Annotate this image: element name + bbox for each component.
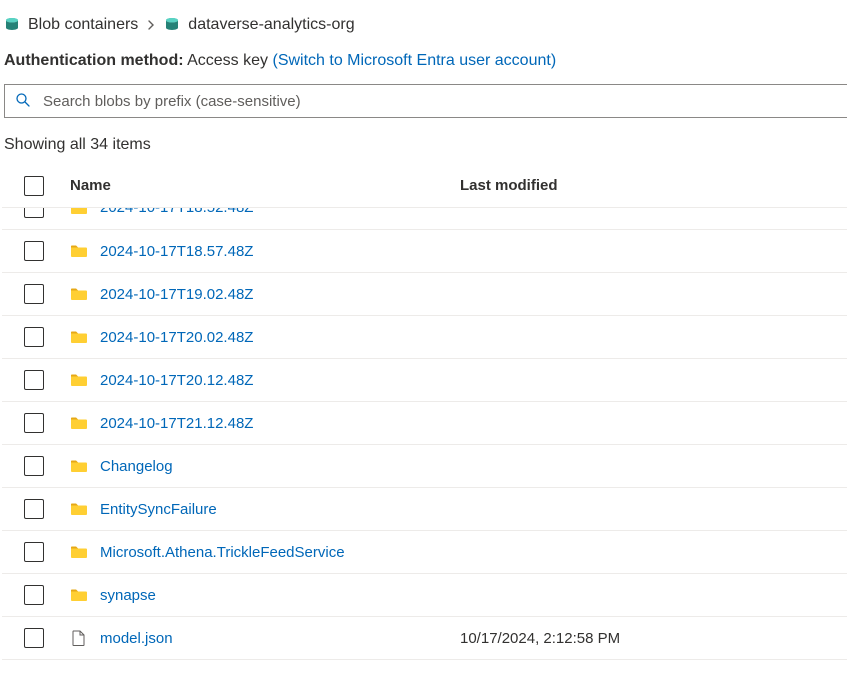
breadcrumb: Blob containers dataverse-analytics-org <box>2 4 847 48</box>
table-row: 2024-10-17T19.02.48Z <box>2 273 847 316</box>
table-row: 2024-10-17T21.12.48Z <box>2 402 847 445</box>
table-row: EntitySyncFailure <box>2 488 847 531</box>
chevron-right-icon <box>146 17 156 33</box>
table-row: synapse <box>2 574 847 617</box>
folder-icon <box>70 544 88 560</box>
row-checkbox[interactable] <box>24 499 44 519</box>
row-checkbox[interactable] <box>24 241 44 261</box>
folder-link[interactable]: synapse <box>100 587 156 604</box>
folder-link[interactable]: 2024-10-17T20.12.48Z <box>100 372 253 389</box>
file-icon <box>70 630 88 646</box>
folder-icon <box>70 372 88 388</box>
breadcrumb-current-label: dataverse-analytics-org <box>188 16 354 34</box>
row-checkbox[interactable] <box>24 208 44 218</box>
container-icon <box>4 17 20 33</box>
table-row: model.json 10/17/2024, 2:12:58 PM <box>2 617 847 660</box>
row-checkbox[interactable] <box>24 456 44 476</box>
result-count: Showing all 34 items <box>2 128 847 158</box>
table-row: 2024-10-17T18.57.48Z <box>2 230 847 273</box>
folder-icon <box>70 243 88 259</box>
folder-link[interactable]: 2024-10-17T20.02.48Z <box>100 329 253 346</box>
auth-method-value: Access key <box>187 52 268 69</box>
folder-link[interactable]: 2024-10-17T21.12.48Z <box>100 415 253 432</box>
blob-table: Name Last modified 2024-10-17T18.52.48Z 2… <box>2 164 847 660</box>
container-icon <box>164 17 180 33</box>
auth-method-label: Authentication method: <box>4 52 184 69</box>
table-row: Changelog <box>2 445 847 488</box>
folder-icon <box>70 329 88 345</box>
folder-link[interactable]: Changelog <box>100 458 173 475</box>
table-header: Name Last modified <box>2 164 847 208</box>
row-checkbox[interactable] <box>24 585 44 605</box>
breadcrumb-parent-label: Blob containers <box>28 16 138 34</box>
row-checkbox[interactable] <box>24 413 44 433</box>
file-link[interactable]: model.json <box>100 630 173 647</box>
row-checkbox[interactable] <box>24 628 44 648</box>
search-input[interactable] <box>41 92 837 111</box>
folder-link[interactable]: Microsoft.Athena.TrickleFeedService <box>100 544 345 561</box>
row-checkbox[interactable] <box>24 542 44 562</box>
row-checkbox[interactable] <box>24 284 44 304</box>
row-checkbox[interactable] <box>24 370 44 390</box>
folder-link[interactable]: 2024-10-17T19.02.48Z <box>100 286 253 303</box>
search-icon <box>15 92 31 111</box>
folder-link[interactable]: EntitySyncFailure <box>100 501 217 518</box>
folder-icon <box>70 286 88 302</box>
folder-link[interactable]: 2024-10-17T18.52.48Z <box>100 208 253 216</box>
auth-method-row: Authentication method: Access key (Switc… <box>2 48 847 84</box>
breadcrumb-parent-link[interactable]: Blob containers <box>4 16 138 34</box>
table-row: 2024-10-17T18.52.48Z <box>2 208 847 230</box>
select-all-checkbox[interactable] <box>24 176 44 196</box>
column-header-last-modified[interactable]: Last modified <box>444 177 847 194</box>
folder-icon <box>70 415 88 431</box>
last-modified-cell: 10/17/2024, 2:12:58 PM <box>460 630 620 647</box>
search-box[interactable] <box>4 84 847 118</box>
switch-auth-link[interactable]: (Switch to Microsoft Entra user account) <box>272 52 556 69</box>
table-row: 2024-10-17T20.02.48Z <box>2 316 847 359</box>
folder-link[interactable]: 2024-10-17T18.57.48Z <box>100 243 253 260</box>
folder-icon <box>70 587 88 603</box>
breadcrumb-current: dataverse-analytics-org <box>164 16 354 34</box>
column-header-name[interactable]: Name <box>66 177 444 194</box>
table-row: 2024-10-17T20.12.48Z <box>2 359 847 402</box>
table-row: Microsoft.Athena.TrickleFeedService <box>2 531 847 574</box>
folder-icon <box>70 501 88 517</box>
folder-icon <box>70 458 88 474</box>
folder-icon <box>70 208 88 216</box>
row-checkbox[interactable] <box>24 327 44 347</box>
